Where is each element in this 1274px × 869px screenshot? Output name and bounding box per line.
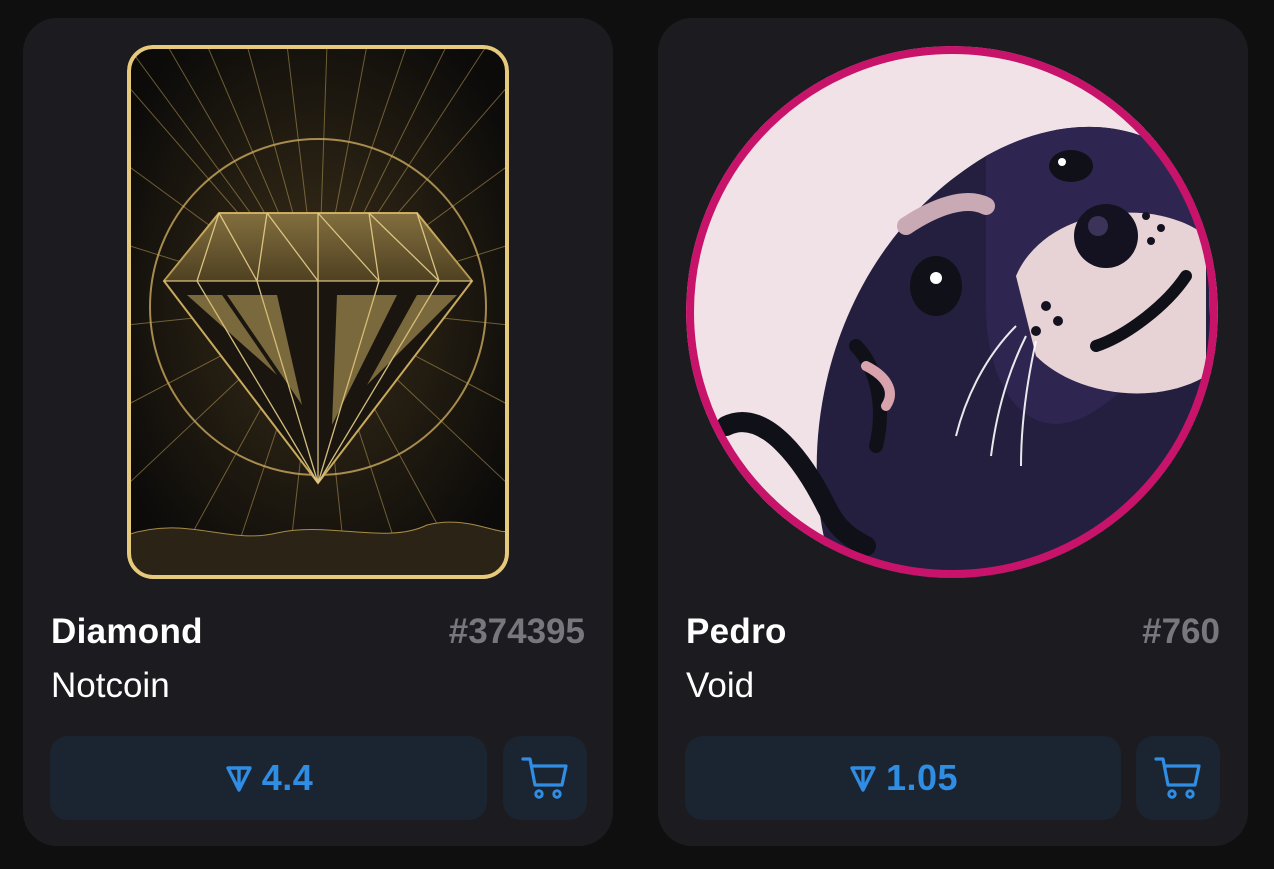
add-to-cart-button[interactable] — [503, 736, 587, 820]
nft-name: Diamond — [51, 612, 203, 651]
nft-collection: Void — [686, 666, 755, 705]
buy-price-button[interactable]: 4.4 — [50, 736, 487, 820]
nft-number: #374395 — [448, 612, 585, 651]
diamond-art-image[interactable] — [127, 45, 509, 579]
price-value: 1.05 — [885, 757, 959, 798]
otter-icon — [686, 46, 1218, 578]
nft-grid: Diamond #374395 Notcoin 4.4 Pedro #760 V… — [0, 0, 1274, 869]
pedro-art-image[interactable] — [686, 46, 1218, 578]
cart-icon — [521, 757, 568, 799]
price-value: 4.4 — [261, 757, 314, 798]
price-content: 4.4 — [224, 757, 314, 799]
nft-card-pedro[interactable]: Pedro #760 Void 1.05 — [658, 18, 1248, 846]
nft-name: Pedro — [686, 612, 787, 651]
price-content: 1.05 — [848, 757, 958, 799]
nft-card-diamond[interactable]: Diamond #374395 Notcoin 4.4 — [23, 18, 613, 846]
add-to-cart-button[interactable] — [1136, 736, 1220, 820]
ton-icon — [226, 766, 252, 792]
nft-collection: Notcoin — [51, 666, 170, 705]
buy-price-button[interactable]: 1.05 — [685, 736, 1121, 820]
ton-icon — [850, 766, 876, 792]
cart-icon — [1154, 757, 1201, 799]
nft-number: #760 — [1142, 612, 1220, 651]
diamond-icon — [127, 45, 509, 579]
